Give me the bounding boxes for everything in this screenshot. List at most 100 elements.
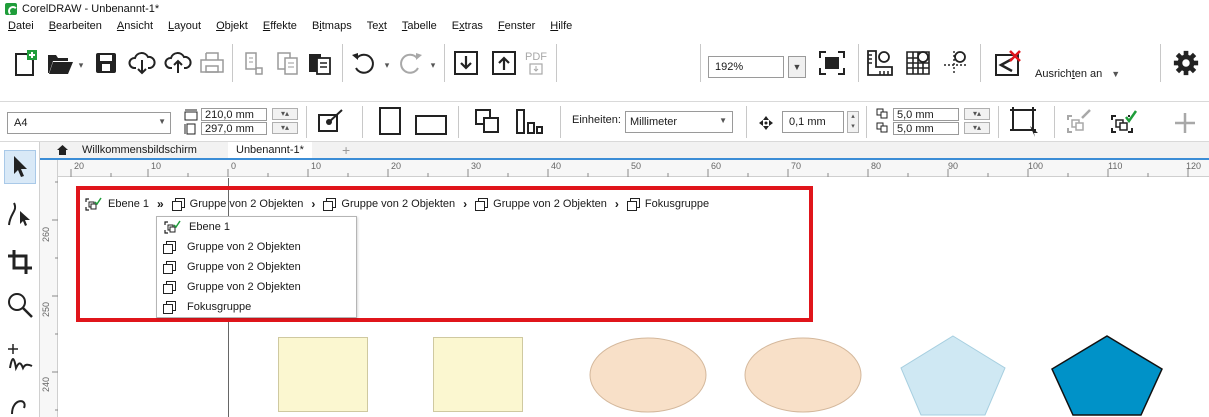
- zoom-level-field[interactable]: 192%: [708, 56, 784, 78]
- zoom-dropdown-button[interactable]: ▼: [788, 56, 806, 78]
- cloud-upload-icon: [164, 52, 192, 73]
- group-icon: [163, 281, 176, 294]
- cut-button[interactable]: [240, 48, 268, 78]
- ellipse-shape[interactable]: [743, 336, 863, 414]
- nudge-distance-icon: [759, 116, 773, 130]
- paste-button[interactable]: [306, 48, 334, 78]
- pentagon-shape[interactable]: [897, 334, 1009, 417]
- shape-tool[interactable]: [4, 196, 36, 230]
- breadcrumb-item[interactable]: Fokusgruppe: [626, 198, 709, 211]
- snap-to-dropdown[interactable]: Ausrichten an ▼: [1035, 68, 1120, 80]
- save-button[interactable]: [92, 48, 120, 78]
- dropdown-item[interactable]: Fokusgruppe: [163, 297, 251, 317]
- grid-icon: [906, 51, 930, 75]
- export-button[interactable]: [490, 48, 518, 78]
- page-width-field[interactable]: 210,0 mm: [201, 108, 267, 121]
- menu-fenster[interactable]: Fenster: [498, 17, 535, 35]
- show-grid-button[interactable]: [904, 48, 932, 78]
- menu-text[interactable]: Text: [367, 17, 387, 35]
- dropdown-item[interactable]: Gruppe von 2 Objekten: [163, 257, 301, 277]
- dropdown-item[interactable]: Gruppe von 2 Objekten: [163, 277, 301, 297]
- rectangle-shape[interactable]: [278, 337, 368, 412]
- nudge-distance-field[interactable]: 0,1 mm: [782, 111, 844, 133]
- open-dropdown-icon[interactable]: ▾: [76, 60, 86, 70]
- gear-icon: [1173, 50, 1199, 76]
- menu-ansicht[interactable]: Ansicht: [117, 17, 153, 35]
- all-pages-button[interactable]: [472, 106, 502, 136]
- duplicate-distance-x-field[interactable]: 5,0 mm: [893, 108, 959, 121]
- undo-dropdown-icon[interactable]: ▾: [382, 60, 392, 70]
- treat-as-filled-button[interactable]: [1008, 106, 1040, 138]
- menu-datei[interactable]: Datei: [8, 17, 34, 35]
- breadcrumb-root[interactable]: Ebene 1: [84, 197, 149, 211]
- cloud-export-button[interactable]: [164, 48, 192, 78]
- menu-tabelle[interactable]: Tabelle: [402, 17, 437, 35]
- open-button[interactable]: [46, 48, 74, 78]
- add-tab-button[interactable]: +: [342, 142, 350, 158]
- duplicate-x-icon: [876, 108, 888, 119]
- tab-document[interactable]: Unbenannt-1*: [228, 142, 312, 158]
- full-screen-button[interactable]: [818, 48, 846, 78]
- nudge-distance-stepper[interactable]: ▴ ▾: [847, 111, 859, 133]
- page-height-field[interactable]: 297,0 mm: [201, 122, 267, 135]
- breadcrumb-dropdown-menu: Ebene 1 Gruppe von 2 Objekten Gruppe von…: [156, 216, 357, 318]
- pentagon-shape[interactable]: [1049, 334, 1165, 417]
- menu-layout[interactable]: Layout: [168, 17, 201, 35]
- current-page-button[interactable]: [514, 106, 544, 136]
- ellipse-shape[interactable]: [588, 336, 708, 414]
- vertical-ruler[interactable]: 260 250 240: [40, 160, 58, 417]
- menu-objekt[interactable]: Objekt: [216, 17, 248, 35]
- dropdown-item[interactable]: Ebene 1: [163, 217, 230, 237]
- page-orientation-tool-button[interactable]: [314, 106, 346, 136]
- new-document-button[interactable]: [12, 48, 40, 78]
- print-button[interactable]: [198, 48, 226, 78]
- group-icon: [475, 198, 489, 211]
- pick-tool[interactable]: [4, 150, 36, 184]
- chevron-down-icon: ▼: [719, 116, 727, 125]
- page-height-stepper[interactable]: ▾▴: [272, 122, 298, 134]
- zoom-tool[interactable]: [4, 288, 36, 322]
- freehand-tool[interactable]: [4, 340, 36, 374]
- breadcrumb-item[interactable]: Gruppe von 2 Objekten: [323, 198, 455, 211]
- duplicate-x-stepper[interactable]: ▾▴: [964, 108, 990, 120]
- redo-button[interactable]: [396, 48, 424, 78]
- menu-extras[interactable]: Extras: [452, 17, 483, 35]
- menu-bitmaps[interactable]: Bitmaps: [312, 17, 352, 35]
- dropdown-item[interactable]: Gruppe von 2 Objekten: [163, 237, 301, 257]
- curve-tool[interactable]: [4, 385, 36, 417]
- duplicate-distance-y-field[interactable]: 5,0 mm: [893, 122, 959, 135]
- undo-button[interactable]: [350, 48, 378, 78]
- add-button[interactable]: [1172, 110, 1198, 136]
- publish-pdf-button[interactable]: PDF: [522, 48, 550, 78]
- menu-bearbeiten[interactable]: Bearbeiten: [49, 17, 102, 35]
- toolbar-separator: [980, 44, 981, 82]
- units-select[interactable]: Millimeter ▼: [625, 111, 733, 133]
- finish-edit-group-button[interactable]: [1106, 108, 1138, 138]
- breadcrumb-item[interactable]: Gruppe von 2 Objekten: [475, 198, 607, 211]
- copy-button[interactable]: [274, 48, 302, 78]
- breadcrumb-item-label: Gruppe von 2 Objekten: [493, 198, 607, 210]
- breadcrumb-item[interactable]: Gruppe von 2 Objekten: [171, 198, 303, 211]
- snap-off-icon: [995, 50, 1021, 76]
- page-width-stepper[interactable]: ▾▴: [272, 108, 298, 120]
- rectangle-shape[interactable]: [433, 337, 523, 412]
- redo-dropdown-icon[interactable]: ▾: [428, 60, 438, 70]
- page-size-select[interactable]: A4 ▼: [7, 112, 171, 134]
- import-button[interactable]: [452, 48, 480, 78]
- tab-welcome-screen[interactable]: Willkommensbildschirm: [74, 142, 205, 158]
- duplicate-y-stepper[interactable]: ▾▴: [964, 122, 990, 134]
- options-button[interactable]: [1172, 48, 1200, 78]
- crop-tool[interactable]: [4, 245, 36, 279]
- snap-off-button[interactable]: [994, 48, 1022, 78]
- toolbar-separator: [444, 44, 445, 82]
- double-chevron-icon[interactable]: »: [157, 197, 164, 211]
- show-guidelines-button[interactable]: [942, 48, 970, 78]
- landscape-button[interactable]: [414, 112, 448, 136]
- menu-hilfe[interactable]: Hilfe: [550, 17, 572, 35]
- portrait-button[interactable]: [376, 106, 404, 136]
- cloud-import-button[interactable]: [128, 48, 156, 78]
- horizontal-ruler[interactable]: 20 10 0 10 20 30 40 50 60 70 80 90 100 1…: [58, 160, 1209, 177]
- show-rulers-button[interactable]: [866, 48, 894, 78]
- menu-effekte[interactable]: Effekte: [263, 17, 297, 35]
- edit-group-button[interactable]: [1062, 108, 1094, 138]
